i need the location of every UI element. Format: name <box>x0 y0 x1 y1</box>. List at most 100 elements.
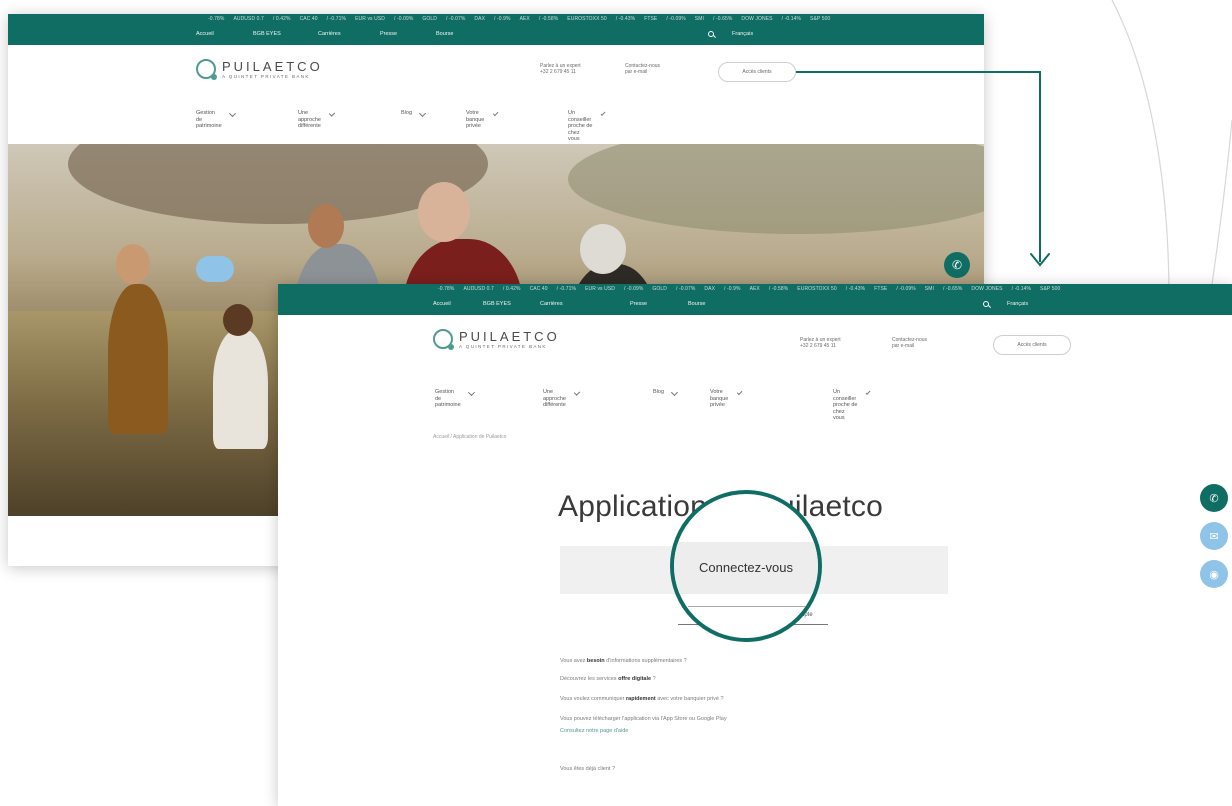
chevron-down-icon <box>573 389 581 396</box>
search-icon[interactable] <box>708 31 714 37</box>
ticker-item: GOLD <box>422 15 437 22</box>
topnav-link-carrieres[interactable]: Carrières <box>540 301 563 307</box>
chevron-down-icon <box>736 389 743 396</box>
client-access-button[interactable]: Accès clients <box>718 62 796 82</box>
ticker-item: DOW JONES <box>741 15 773 22</box>
topnav-link-carrieres[interactable]: Carrières <box>318 31 341 37</box>
location-icon: ◉ <box>1209 568 1219 581</box>
ticker-item: EUROSTOXX 50 <box>567 15 607 22</box>
topnav-link-bourse[interactable]: Bourse <box>436 31 453 37</box>
ticker-item: / -0.09% <box>624 285 644 292</box>
ticker-item: CAC 40 <box>299 15 318 22</box>
ticker-item: / -0.07% <box>676 285 696 292</box>
side-mail-button[interactable]: ✉ <box>1200 522 1228 550</box>
mainnav-item-blog[interactable]: Blog <box>401 109 427 118</box>
ticker-item: DOW JONES <box>971 285 1003 292</box>
phone-button[interactable]: ✆ <box>944 252 970 278</box>
mainnav-item-gestion[interactable]: Gestion de patrimoine <box>435 389 475 409</box>
logo-mark-icon <box>196 59 217 80</box>
phone-contact[interactable]: Parlez à un expert +32 2 679 45 11 <box>800 337 841 349</box>
ticker-item: -0.78% <box>208 15 225 22</box>
brand-logo[interactable]: PUILAETCO A QUINTET PRIVATE BANK <box>196 58 323 80</box>
ticker-item: S&P 500 <box>1040 285 1061 292</box>
ticker-item: / -0.09% <box>394 15 414 22</box>
chevron-down-icon <box>670 388 679 397</box>
ticker-item: / 0.42% <box>502 285 521 292</box>
ticker-item: -0.78% <box>438 285 455 292</box>
mainnav-item-banque[interactable]: Votre banque privée <box>466 110 499 130</box>
ticker-item: FTSE <box>874 285 888 292</box>
info-line-3: Vous voulez communiquer rapidement avec … <box>560 696 724 702</box>
ticker-item: SMI <box>694 15 704 22</box>
ticker-item: / 0.42% <box>272 15 291 22</box>
chevron-down-icon <box>467 389 475 396</box>
ticker-item: / -0.09% <box>896 285 916 292</box>
login-button[interactable]: Connectez-vous <box>674 560 818 575</box>
topnav-link-bgb-eyes[interactable]: BGB EYES <box>483 301 511 307</box>
topnav-link-presse[interactable]: Presse <box>630 301 647 307</box>
ticker-item: / -0.65% <box>943 285 963 292</box>
client-access-button[interactable]: Accès clients <box>993 335 1071 355</box>
chevron-down-icon <box>418 109 427 118</box>
ticker-item: EUR vs USD <box>355 15 385 22</box>
help-link[interactable]: Consultez notre page d'aide <box>560 728 628 734</box>
ticker-item: AUDUSD 0.7 <box>463 285 494 292</box>
mainnav-item-banque[interactable]: Votre banque privée <box>710 389 743 409</box>
ticker-item: S&P 500 <box>810 15 831 22</box>
ticker-item: / -0.07% <box>446 15 466 22</box>
search-icon[interactable] <box>983 301 989 307</box>
language-selector[interactable]: Français <box>732 31 753 37</box>
brand-logo[interactable]: PUILAETCO A QUINTET PRIVATE BANK <box>433 328 560 350</box>
ticker-item: CAC 40 <box>529 285 548 292</box>
ticker-item: / -0.43% <box>845 285 866 292</box>
link-underline-zoomed <box>688 606 808 607</box>
mainnav-item-approche[interactable]: Une approche différente <box>298 110 336 130</box>
ticker-item: / -0.71% <box>326 15 347 22</box>
chevron-down-icon <box>492 110 499 117</box>
mainnav-item-conseiller[interactable]: Un conseiller proche de chez vous <box>833 389 871 422</box>
ticker-item: / -0.58% <box>768 285 789 292</box>
side-phone-button[interactable]: ✆ <box>1200 484 1228 512</box>
ticker-item: SMI <box>924 285 934 292</box>
existing-client-link[interactable]: Vous êtes déjà client ? <box>560 766 615 772</box>
phone-icon: ✆ <box>1209 492 1219 505</box>
topnav-link-presse[interactable]: Presse <box>380 31 397 37</box>
ticker-item: / -0.9% <box>724 285 741 292</box>
phone-contact[interactable]: Parlez à un expert +32 2 679 45 11 <box>540 63 581 75</box>
market-ticker: -0.78% AUDUSD 0.7 / 0.42% CAC 40 / -0.71% EUR… <box>278 284 1232 293</box>
chat-bubble-icon[interactable] <box>196 256 234 282</box>
ticker-item: EUROSTOXX 50 <box>797 285 837 292</box>
ticker-item: EUR vs USD <box>585 285 615 292</box>
email-contact[interactable]: Contactez-nous par e-mail <box>625 63 660 75</box>
ticker-item: / -0.9% <box>494 15 511 22</box>
ticker-item: / -0.14% <box>1011 285 1032 292</box>
brand-tagline: A QUINTET PRIVATE BANK <box>222 73 310 79</box>
topnav-link-bgb-eyes[interactable]: BGB EYES <box>253 31 281 37</box>
ticker-item: / -0.58% <box>538 15 559 22</box>
ticker-item: / -0.14% <box>781 15 802 22</box>
topnav-link-bourse[interactable]: Bourse <box>688 301 705 307</box>
topnav-link-accueil[interactable]: Accueil <box>196 31 214 37</box>
side-location-button[interactable]: ◉ <box>1200 560 1228 588</box>
breadcrumb[interactable]: Accueil / Application de Puilaetco <box>433 434 506 440</box>
info-line-2: Découvrez les services offre digitale ? <box>560 676 656 682</box>
chevron-down-icon <box>228 110 236 117</box>
email-contact[interactable]: Contactez-nous par e-mail <box>892 337 927 349</box>
brand-name: PUILAETCO <box>222 58 323 74</box>
ticker-item: AUDUSD 0.7 <box>233 15 264 22</box>
brand-name: PUILAETCO <box>459 328 560 344</box>
ticker-item: AEX <box>519 15 530 22</box>
brand-tagline: A QUINTET PRIVATE BANK <box>459 343 547 349</box>
language-selector[interactable]: Français <box>1007 301 1028 307</box>
mainnav-item-gestion[interactable]: Gestion de patrimoine <box>196 110 236 130</box>
topnav-link-accueil[interactable]: Accueil <box>433 301 451 307</box>
mail-icon: ✉ <box>1209 530 1219 543</box>
ticker-item: / -0.09% <box>666 15 686 22</box>
mainnav-item-approche[interactable]: Une approche différente <box>543 389 581 409</box>
top-navigation: Accueil BGB EYES Carrières Presse Bourse… <box>278 293 1232 315</box>
mainnav-item-conseiller[interactable]: Un conseiller proche de chez vous <box>568 110 606 143</box>
info-line-4: Vous pouvez télécharger l'application vi… <box>560 716 727 722</box>
market-ticker: -0.78% AUDUSD 0.7 / 0.42% CAC 40 / -0.71% EUR… <box>8 14 984 23</box>
mainnav-item-blog[interactable]: Blog <box>653 388 679 397</box>
chevron-down-icon <box>600 110 606 117</box>
